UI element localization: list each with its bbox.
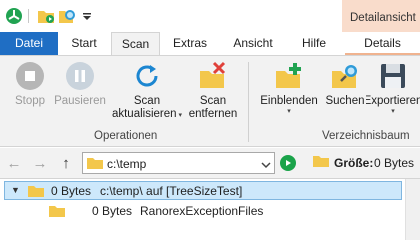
tree-row-size: 0 Bytes — [92, 204, 133, 218]
size-value: 0 Bytes — [374, 156, 415, 170]
tree-row-name: RanorexExceptionFiles — [140, 204, 264, 218]
chevron-down-icon: ▾ — [287, 108, 291, 115]
pause-button[interactable]: Pausieren — [52, 60, 108, 126]
tab-scan[interactable]: Scan — [111, 32, 160, 56]
remove-scan-icon — [197, 60, 229, 92]
search-magnifier-icon[interactable] — [58, 6, 78, 26]
path-combobox[interactable]: c:\temp — [82, 152, 275, 174]
go-button[interactable] — [280, 155, 296, 171]
group-label-operationen: Operationen — [94, 130, 158, 142]
tree-row[interactable]: ▼ 0 Bytes c:\temp\ auf [TreeSizeTest] — [4, 181, 402, 200]
path-input[interactable]: c:\temp — [107, 157, 146, 171]
ribbon-tab-bar: Datei Start Scan Extras Ansicht Hilfe De… — [0, 32, 420, 56]
forward-arrow-icon[interactable]: → — [32, 154, 48, 172]
expand-button[interactable]: Einblenden ▾ — [256, 60, 322, 126]
search-folders-icon — [329, 60, 361, 92]
tab-details[interactable]: Details — [345, 32, 420, 55]
refresh-icon — [131, 60, 163, 92]
play-icon — [286, 160, 291, 166]
address-bar: ← → ↑ c:\temp Größe: 0 Bytes — [0, 148, 420, 178]
refresh-scan-button[interactable]: Scan aktualisieren ▾ — [108, 60, 186, 126]
remove-scan-button[interactable]: Scan entfernen — [184, 60, 242, 126]
directory-tree: ▼ 0 Bytes c:\temp\ auf [TreeSizeTest] 0 … — [0, 178, 420, 240]
chevron-down-icon: ▾ — [391, 108, 395, 115]
tab-start[interactable]: Start — [58, 32, 110, 55]
tree-row-size: 0 Bytes — [51, 184, 92, 198]
pause-label: Pausieren — [54, 95, 106, 107]
tab-extras[interactable]: Extras — [162, 32, 218, 55]
remove-scan-label-line1: Scan — [199, 95, 227, 107]
tab-hilfe[interactable]: Hilfe — [288, 32, 340, 55]
expand-folders-icon — [273, 60, 305, 92]
remove-scan-label-line2: entfernen — [188, 108, 238, 120]
customize-toolbar-dropdown-icon[interactable] — [80, 6, 94, 26]
stop-icon — [14, 60, 46, 92]
search-label: Suchen — [325, 95, 365, 107]
chevron-down-icon[interactable] — [261, 158, 271, 172]
export-button[interactable]: Exportieren ▾ — [366, 60, 420, 126]
quick-access-separator — [28, 9, 29, 23]
stop-label: Stopp — [14, 95, 46, 107]
up-arrow-icon[interactable]: ↑ — [58, 154, 74, 172]
refresh-scan-label-line1: Scan — [133, 95, 161, 107]
tab-ansicht[interactable]: Ansicht — [222, 32, 284, 55]
folder-icon — [27, 184, 45, 201]
back-arrow-icon[interactable]: ← — [6, 154, 22, 172]
ribbon-panel: Stopp Pausieren Scan aktualisieren ▾ Sca… — [0, 55, 420, 147]
vertical-scrollbar[interactable] — [405, 179, 420, 240]
tree-row[interactable]: 0 Bytes RanorexExceptionFiles — [4, 202, 402, 221]
export-save-icon — [377, 60, 409, 92]
collapse-chevron-icon[interactable]: ▼ — [11, 185, 20, 195]
size-label: Größe: — [334, 156, 374, 170]
folder-icon — [48, 204, 66, 221]
search-button[interactable]: Suchen — [322, 60, 368, 126]
tab-datei[interactable]: Datei — [0, 32, 58, 55]
pause-icon — [64, 60, 96, 92]
context-tab-header: Detailansicht — [342, 0, 420, 32]
group-separator — [248, 62, 249, 142]
refresh-scan-label-line2: aktualisieren ▾ — [111, 108, 183, 120]
group-label-verzeichnisbaum: Verzeichnisbaum — [322, 130, 410, 142]
folder-icon — [86, 156, 104, 173]
folder-icon — [312, 154, 330, 171]
tree-row-name: c:\temp\ auf [TreeSizeTest] — [100, 184, 243, 198]
chevron-down-icon: ▾ — [176, 112, 183, 119]
stop-button[interactable]: Stopp — [6, 60, 54, 126]
scan-folder-icon[interactable] — [36, 6, 56, 26]
treesize-logo-icon[interactable] — [4, 6, 24, 26]
title-bar: Detailansicht — [0, 0, 420, 32]
expand-label: Einblenden — [260, 95, 318, 107]
export-label: Exportieren — [366, 95, 420, 107]
